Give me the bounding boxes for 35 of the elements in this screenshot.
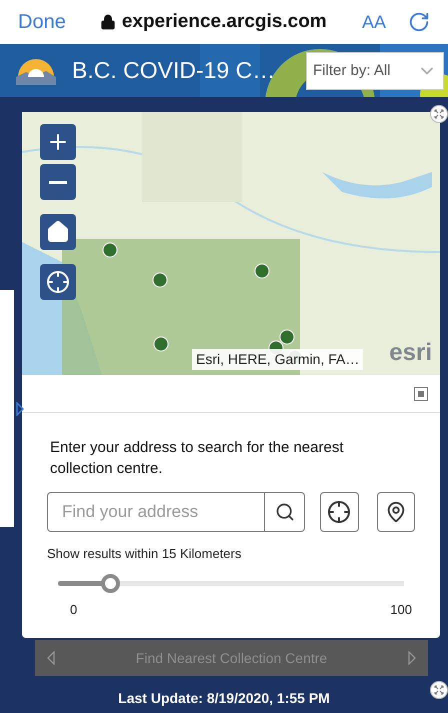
map-attribution: Esri, HERE, Garmin, FA… bbox=[192, 349, 364, 370]
previous-arrow-icon[interactable] bbox=[47, 651, 55, 665]
url-text[interactable]: experience.arcgis.com bbox=[122, 8, 327, 36]
done-link[interactable]: Done bbox=[18, 7, 66, 37]
filter-dropdown[interactable]: Filter by: All bbox=[306, 52, 444, 90]
crosshair-icon bbox=[327, 500, 352, 524]
instructions-text: Enter your address to search for the nearest collection centre. bbox=[49, 438, 344, 479]
home-button[interactable] bbox=[40, 214, 76, 250]
locate-button[interactable] bbox=[40, 264, 76, 300]
expand-icon[interactable] bbox=[430, 105, 448, 123]
radius-label: Show results within 15 Kilometers bbox=[46, 545, 242, 563]
minus-icon bbox=[49, 180, 67, 184]
search-button[interactable] bbox=[265, 492, 305, 532]
logo-icon bbox=[16, 56, 56, 84]
reload-icon[interactable] bbox=[408, 11, 430, 33]
lock-icon bbox=[100, 14, 116, 30]
slider-max-label: 100 bbox=[390, 600, 412, 618]
expand-icon[interactable] bbox=[430, 681, 448, 699]
search-icon bbox=[274, 502, 294, 522]
slider-thumb[interactable] bbox=[100, 574, 120, 592]
esri-logo: esri bbox=[389, 338, 432, 368]
slider-min-label: 0 bbox=[70, 600, 78, 618]
next-arrow-icon[interactable] bbox=[408, 651, 416, 665]
current-location-button[interactable] bbox=[320, 492, 358, 532]
zoom-in-button[interactable] bbox=[40, 124, 76, 160]
last-update-text: Last Update: 8/19/2020, 1:55 PM bbox=[118, 689, 330, 708]
home-icon bbox=[46, 220, 70, 244]
text-size-button[interactable]: AA bbox=[362, 8, 386, 36]
address-search-field[interactable]: Find your address bbox=[47, 492, 265, 532]
app-title: B.C. COVID-19 C… bbox=[72, 56, 276, 86]
pin-location-button[interactable] bbox=[376, 492, 415, 532]
maximize-icon[interactable] bbox=[414, 386, 428, 400]
crosshair-icon bbox=[46, 270, 70, 294]
zoom-out-button[interactable] bbox=[40, 164, 76, 200]
expand-arrow-icon bbox=[16, 402, 24, 416]
